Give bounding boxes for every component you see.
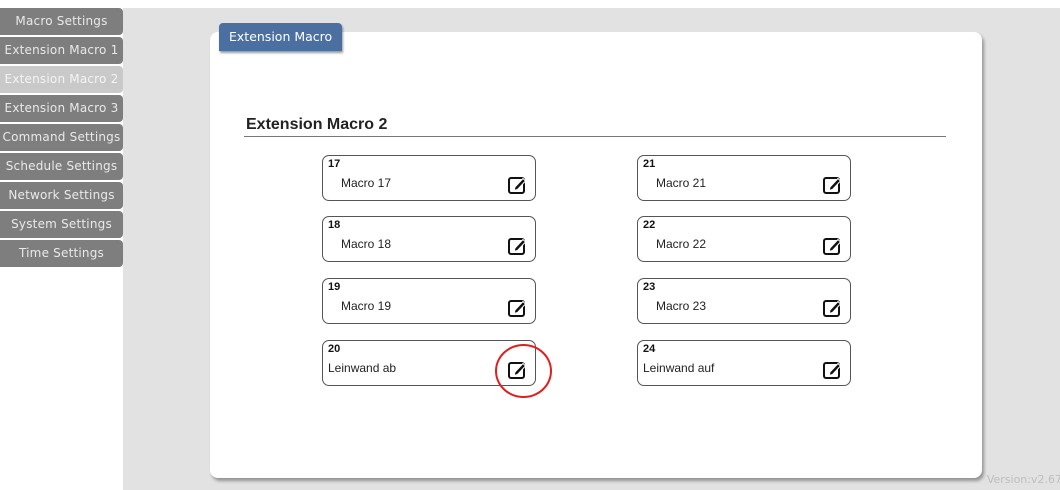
macro-card-23: 23 Macro 23 xyxy=(637,278,851,324)
sidebar-item-command-settings[interactable]: Command Settings xyxy=(0,124,123,151)
sidebar-item-time-settings[interactable]: Time Settings xyxy=(0,240,123,267)
highlight-circle xyxy=(495,344,552,398)
edit-icon[interactable] xyxy=(507,298,527,318)
edit-icon[interactable] xyxy=(822,360,842,380)
sidebar-item-extension-macro-1[interactable]: Extension Macro 1 xyxy=(0,37,123,64)
edit-icon[interactable] xyxy=(822,175,842,195)
macro-name: Macro 21 xyxy=(656,176,707,190)
macro-card-21: 21 Macro 21 xyxy=(637,155,851,201)
sidebar: Macro Settings Extension Macro 1 Extensi… xyxy=(0,8,123,269)
edit-icon[interactable] xyxy=(507,236,527,256)
macro-number: 23 xyxy=(643,281,656,293)
panel-tab: Extension Macro xyxy=(219,23,343,51)
macro-number: 24 xyxy=(643,343,656,355)
macro-number: 20 xyxy=(328,343,341,355)
edit-icon[interactable] xyxy=(822,236,842,256)
section-title: Extension Macro 2 xyxy=(246,116,388,133)
macro-card-18: 18 Macro 18 xyxy=(322,216,536,262)
macro-card-22: 22 Macro 22 xyxy=(637,216,851,262)
macro-card-17: 17 Macro 17 xyxy=(322,155,536,201)
edit-icon[interactable] xyxy=(507,175,527,195)
sidebar-item-system-settings[interactable]: System Settings xyxy=(0,211,123,238)
macro-number: 19 xyxy=(328,281,341,293)
sidebar-item-schedule-settings[interactable]: Schedule Settings xyxy=(0,153,123,180)
macro-name: Macro 19 xyxy=(341,299,392,313)
section-divider xyxy=(244,136,946,137)
version-label: Version:v2.67 xyxy=(986,473,1060,486)
macro-number: 22 xyxy=(643,219,656,231)
macro-name: Macro 18 xyxy=(341,237,392,251)
macro-name: Macro 22 xyxy=(656,237,707,251)
sidebar-item-macro-settings[interactable]: Macro Settings xyxy=(0,8,123,35)
macro-name: Leinwand ab xyxy=(328,361,397,375)
sidebar-item-extension-macro-2[interactable]: Extension Macro 2 xyxy=(0,66,123,93)
macro-name: Macro 17 xyxy=(341,176,392,190)
macro-number: 18 xyxy=(328,219,341,231)
macro-card-24: 24 Leinwand auf xyxy=(637,340,851,386)
macro-number: 21 xyxy=(643,158,656,170)
macro-name: Leinwand auf xyxy=(643,361,715,375)
macro-number: 17 xyxy=(328,158,341,170)
edit-icon[interactable] xyxy=(822,298,842,318)
macro-name: Macro 23 xyxy=(656,299,707,313)
macro-card-19: 19 Macro 19 xyxy=(322,278,536,324)
sidebar-item-network-settings[interactable]: Network Settings xyxy=(0,182,123,209)
sidebar-item-extension-macro-3[interactable]: Extension Macro 3 xyxy=(0,95,123,122)
